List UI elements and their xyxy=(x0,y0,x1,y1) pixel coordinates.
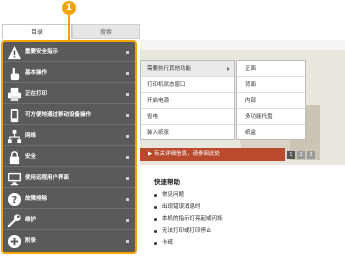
callout-line xyxy=(68,14,70,42)
chevron-right-icon xyxy=(227,67,230,71)
network-icon xyxy=(7,129,22,144)
expand-icon[interactable] xyxy=(126,240,129,243)
tab-toc[interactable]: 目录 xyxy=(2,24,72,39)
expand-icon[interactable] xyxy=(126,156,129,159)
wrench-icon xyxy=(7,214,21,228)
tab-search[interactable]: 搜索 xyxy=(72,24,140,39)
sidebar-item-label: 网络 xyxy=(25,133,37,139)
sidebar-item-label: 维护 xyxy=(25,217,37,223)
menu-item[interactable]: 需要执行其他功能 xyxy=(141,61,234,77)
submenu-item[interactable]: 背面 xyxy=(237,77,305,93)
sidebar-item-remote-ui[interactable]: 使用远程用户界面 xyxy=(3,169,135,188)
svg-text:?: ? xyxy=(12,195,17,206)
question-icon: ? xyxy=(7,192,22,207)
pager-2[interactable]: 2 xyxy=(297,151,305,159)
expand-icon[interactable] xyxy=(126,72,129,75)
sidebar-item-label: 安全 xyxy=(25,154,37,160)
sidebar-item-security[interactable]: 安全 xyxy=(3,148,135,167)
sidebar-item-appendix[interactable]: 附录 xyxy=(3,232,135,251)
submenu: 正面 背面 内部 多功能托盘 纸盒 xyxy=(236,60,306,140)
hero-banner-text[interactable]: ▶ 有关详细信息，请参阅此处 xyxy=(148,148,220,161)
sidebar-item-maintenance[interactable]: 维护 xyxy=(3,211,135,230)
warning-icon xyxy=(7,45,22,60)
bullet-icon xyxy=(154,194,157,197)
basic-ops-menu: 需要执行其他功能 打印机状态窗口 开启电源 省电 装入纸张 xyxy=(140,60,235,140)
lock-icon xyxy=(9,151,20,165)
remote-ui-icon xyxy=(7,172,22,186)
submenu-item[interactable]: 多功能托盘 xyxy=(237,109,305,125)
sidebar-item-label: 基本操作 xyxy=(25,70,48,76)
printer-icon xyxy=(7,87,22,102)
sidebar-item-label: 正在打印 xyxy=(25,91,48,97)
sidebar-item-label: 使用远程用户界面 xyxy=(25,175,70,181)
expand-icon[interactable] xyxy=(126,219,129,222)
hand-icon xyxy=(10,67,20,81)
sidebar-item-safety[interactable]: 重要安全指示 xyxy=(3,43,135,62)
menu-item[interactable]: 打印机状态窗口 xyxy=(141,77,234,93)
submenu-item[interactable]: 内部 xyxy=(237,93,305,109)
bullet-icon xyxy=(154,218,157,221)
submenu-item[interactable]: 纸盒 xyxy=(237,125,305,141)
sidebar-item-printing[interactable]: 正在打印 xyxy=(3,85,135,104)
expand-icon[interactable] xyxy=(126,177,129,180)
content-header xyxy=(140,40,345,50)
help-title: 快速帮助 xyxy=(154,178,180,186)
mobile-icon xyxy=(10,108,19,123)
menu-item[interactable]: 省电 xyxy=(141,109,234,125)
sidebar-item-troubleshooting[interactable]: ? 故障排除 xyxy=(3,190,135,209)
sidebar: 重要安全指示 基本操作 正在打印 可方便地通过移动设备操作 网络 安全 使用远程… xyxy=(1,40,137,254)
expand-icon[interactable] xyxy=(126,198,129,201)
expand-icon[interactable] xyxy=(126,114,129,117)
pager-1[interactable]: 1 xyxy=(287,151,295,159)
sidebar-item-label: 可方便地通过移动设备操作 xyxy=(25,112,92,118)
navigation-tabs: 目录 搜索 xyxy=(2,24,142,39)
menu-item[interactable]: 装入纸张 xyxy=(141,125,234,141)
expand-icon[interactable] xyxy=(126,51,129,54)
sidebar-item-label: 故障排除 xyxy=(25,196,48,202)
bullet-icon xyxy=(154,206,157,209)
sidebar-item-label: 附录 xyxy=(25,238,37,244)
sidebar-item-basic-ops[interactable]: 基本操作 xyxy=(3,64,135,83)
expand-icon[interactable] xyxy=(126,93,129,96)
bullet-icon xyxy=(154,242,157,245)
sidebar-item-mobile[interactable]: 可方便地通过移动设备操作 xyxy=(3,106,135,125)
bullet-icon xyxy=(154,230,157,233)
plus-icon xyxy=(7,234,22,249)
sidebar-item-label: 重要安全指示 xyxy=(25,49,59,55)
pager-3[interactable]: 3 xyxy=(307,151,315,159)
callout-badge: 1 xyxy=(62,1,76,15)
expand-icon[interactable] xyxy=(126,135,129,138)
sidebar-item-network[interactable]: 网络 xyxy=(3,127,135,146)
submenu-item[interactable]: 正面 xyxy=(237,61,305,77)
menu-item[interactable]: 开启电源 xyxy=(141,93,234,109)
